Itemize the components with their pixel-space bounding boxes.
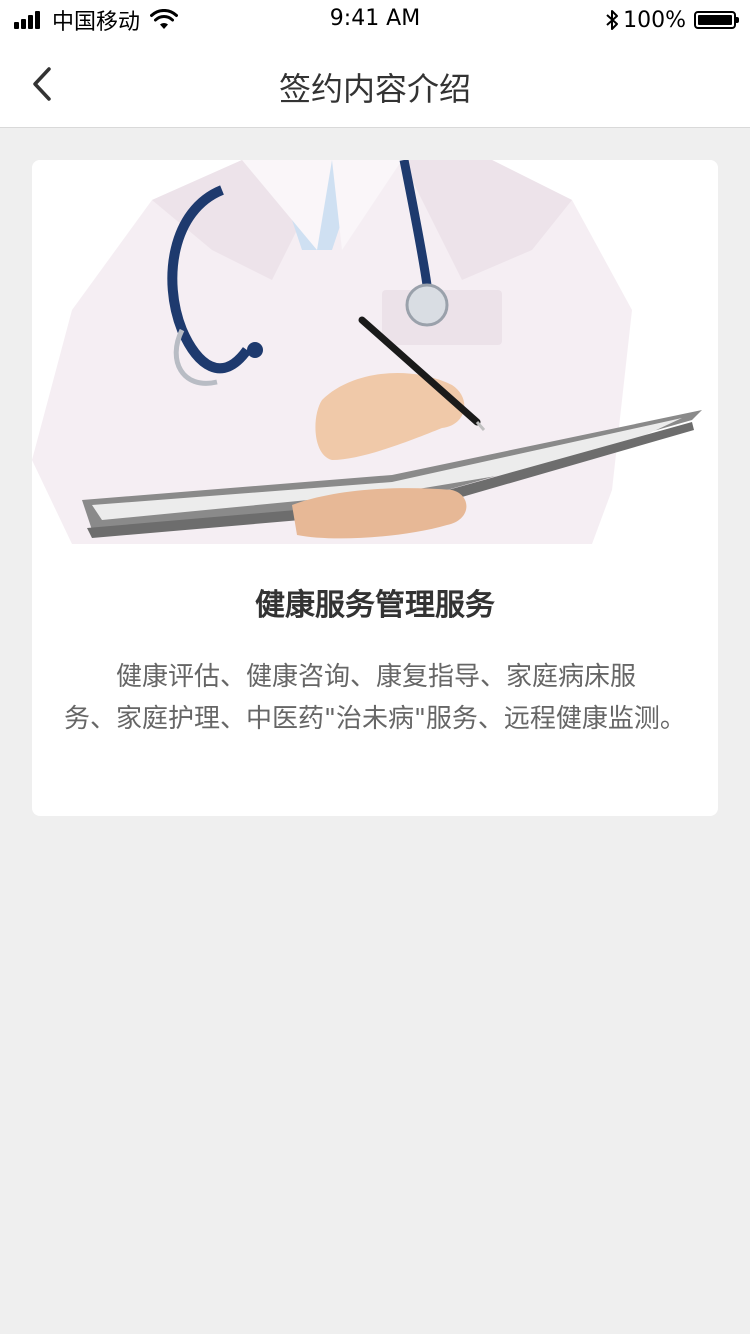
card-title: 健康服务管理服务 bbox=[255, 588, 495, 623]
card-description: 健康评估、健康咨询、康复指导、家庭病床服务、家庭护理、中医药"治未病"服务、远程… bbox=[64, 662, 686, 734]
battery-icon bbox=[694, 11, 739, 29]
doctor-photo bbox=[32, 160, 718, 544]
status-right: 100% bbox=[605, 6, 739, 34]
bluetooth-icon bbox=[606, 10, 619, 30]
nav-bar: 签约内容介绍 bbox=[0, 40, 750, 128]
status-bar: 中国移动 9:41 AM 100% bbox=[0, 0, 750, 40]
service-card[interactable]: 健康服务管理服务 健康评估、健康咨询、康复指导、家庭病床服务、家庭护理、中医药"… bbox=[32, 160, 718, 816]
battery-percent: 100% bbox=[623, 7, 686, 33]
page-title: 签约内容介绍 bbox=[278, 70, 471, 108]
